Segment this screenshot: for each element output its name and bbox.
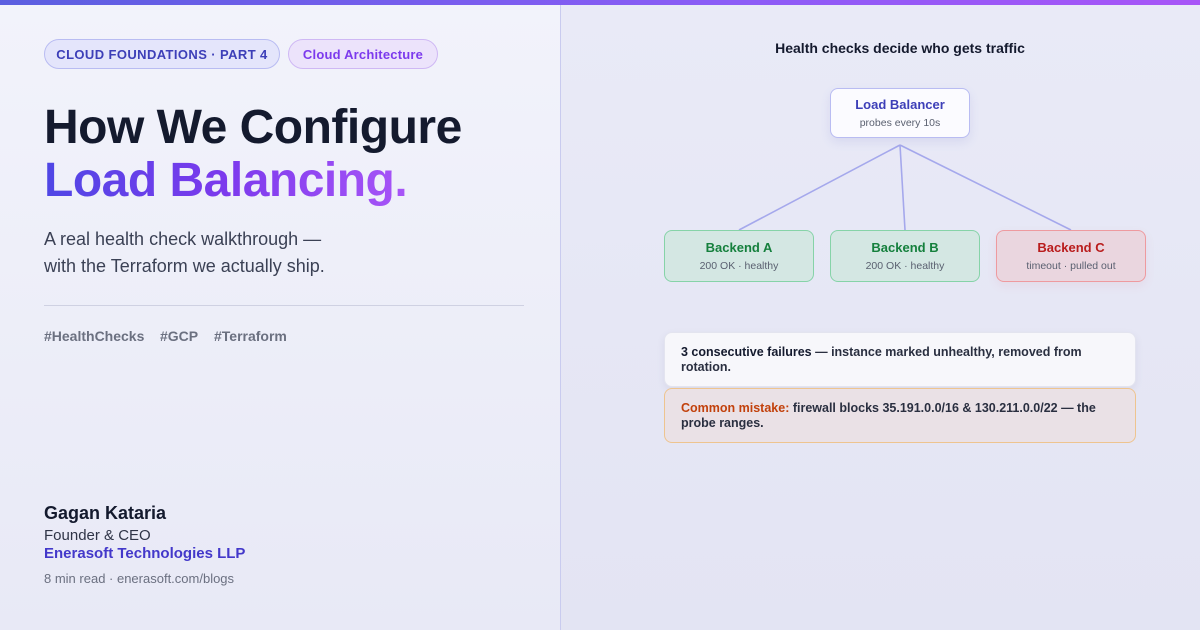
read-time-and-url: 8 min read · enerasoft.com/blogs (44, 571, 235, 586)
backend-a-title: Backend A (705, 240, 773, 255)
tag-terraform: #Terraform (214, 328, 287, 344)
backend-a-node: Backend A 200 OK · healthy (664, 230, 814, 282)
failure-threshold-callout: 3 consecutive failures — instance marked… (664, 332, 1136, 387)
load-balancer-node: Load Balancer probes every 10s (830, 88, 970, 138)
section-divider (44, 305, 524, 306)
backend-a-status: 200 OK · healthy (699, 260, 779, 272)
diagram-title: Health checks decide who gets traffic (775, 40, 1025, 56)
topic-badge: Cloud Architecture (288, 39, 438, 69)
tag-health-checks: #HealthChecks (44, 328, 145, 344)
author-role: Founder & CEO (44, 527, 151, 544)
author-name: Gagan Kataria (44, 503, 167, 523)
subtitle-line-1: A real health check walkthrough — (44, 229, 322, 249)
backend-c-node: Backend C timeout · pulled out (996, 230, 1146, 282)
headline-line-1: How We Configure (44, 101, 462, 154)
series-badge: CLOUD FOUNDATIONS · PART 4 (44, 39, 280, 69)
tag-gcp: #GCP (160, 328, 199, 344)
headline-line-2: Load Balancing. (44, 154, 408, 207)
load-balancer-subtitle: probes every 10s (859, 117, 941, 129)
common-mistake-callout: Common mistake: firewall blocks 35.191.0… (664, 388, 1136, 443)
backend-c-title: Backend C (1037, 240, 1105, 255)
backend-b-status: 200 OK · healthy (865, 260, 945, 272)
backend-b-node: Backend B 200 OK · healthy (830, 230, 980, 282)
author-company: Enerasoft Technologies LLP (44, 545, 246, 562)
callout-lead: 3 consecutive failures (681, 345, 812, 359)
subtitle-line-2: with the Terraform we actually ship. (44, 256, 325, 276)
backend-c-status: timeout · pulled out (1026, 260, 1116, 272)
load-balancer-title: Load Balancer (855, 97, 945, 112)
callout-lead: Common mistake: (681, 401, 790, 415)
backend-b-title: Backend B (871, 240, 939, 255)
